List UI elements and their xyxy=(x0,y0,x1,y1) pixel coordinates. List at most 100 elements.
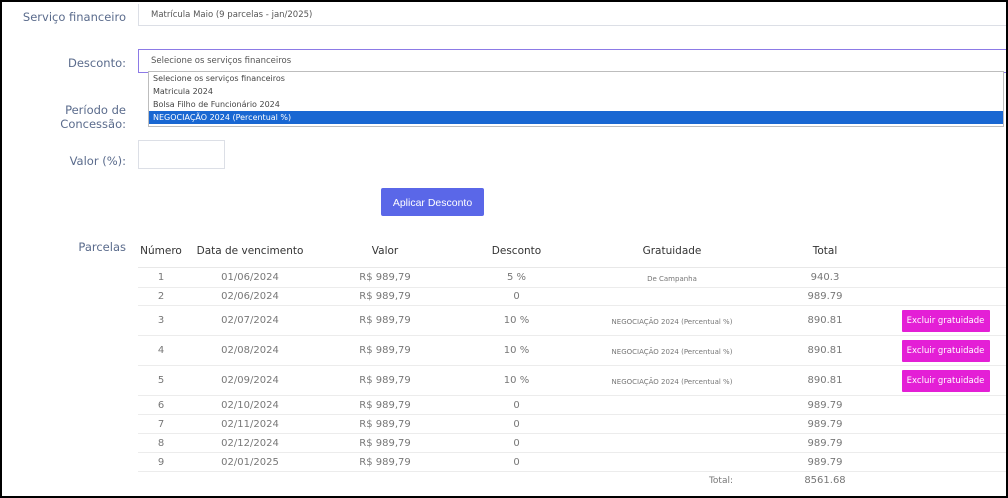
cell-desconto: 0 xyxy=(454,452,579,472)
cell-total: 989.79 xyxy=(765,452,885,472)
cell-valor: R$ 989,79 xyxy=(316,335,454,366)
header-actions xyxy=(885,235,1006,268)
cell-numero: 5 xyxy=(138,365,184,396)
cell-valor: R$ 989,79 xyxy=(316,395,454,415)
cell-data: 02/10/2024 xyxy=(184,395,316,415)
cell-desconto: 10 % xyxy=(454,335,579,366)
total-label: Total: xyxy=(708,475,733,486)
cell-data: 02/12/2024 xyxy=(184,433,316,453)
cell-gratuidade xyxy=(579,433,765,453)
cell-action xyxy=(885,395,1006,415)
cell-numero: 3 xyxy=(138,305,184,336)
servico-label: Serviço financeiro xyxy=(22,10,126,24)
cell-gratuidade: De Campanha xyxy=(579,267,765,288)
dropdown-option-selected[interactable]: NEGOCIAÇÃO 2024 (Percentual %) xyxy=(149,111,1003,124)
cell-numero: 8 xyxy=(138,433,184,453)
cell-action xyxy=(885,433,1006,453)
cell-data: 02/07/2024 xyxy=(184,305,316,336)
cell-valor: R$ 989,79 xyxy=(316,267,454,288)
aplicar-desconto-button[interactable]: Aplicar Desconto xyxy=(381,188,484,216)
cell-data: 02/11/2024 xyxy=(184,414,316,434)
cell-data: 02/09/2024 xyxy=(184,365,316,396)
cell-desconto: 5 % xyxy=(454,267,579,288)
parcelas-label: Parcelas xyxy=(78,240,126,254)
header-total: Total xyxy=(765,235,885,268)
cell-valor: R$ 989,79 xyxy=(316,305,454,336)
cell-gratuidade xyxy=(579,452,765,472)
cell-gratuidade: NEGOCIAÇÃO 2024 (Percentual %) xyxy=(579,335,765,366)
cell-valor: R$ 989,79 xyxy=(316,414,454,434)
table-row: 8 02/12/2024 R$ 989,79 0 989.79 xyxy=(138,433,1006,453)
cell-data: 02/06/2024 xyxy=(184,287,316,306)
cell-action: Excluir gratuidade xyxy=(885,365,1006,396)
total-row: Total: 8561.68 xyxy=(138,472,1006,490)
cell-action: Excluir gratuidade xyxy=(885,305,1006,336)
excluir-gratuidade-button[interactable]: Excluir gratuidade xyxy=(901,339,990,362)
cell-desconto: 0 xyxy=(454,287,579,306)
cell-valor: R$ 989,79 xyxy=(316,452,454,472)
cell-gratuidade xyxy=(579,414,765,434)
cell-total: 940.3 xyxy=(765,267,885,288)
cell-gratuidade xyxy=(579,395,765,415)
cell-desconto: 0 xyxy=(454,433,579,453)
page-frame: Serviço financeiro Matrícula Maio (9 par… xyxy=(0,0,1008,498)
cell-action xyxy=(885,452,1006,472)
cell-numero: 1 xyxy=(138,267,184,288)
servico-field[interactable]: Matrícula Maio (9 parcelas - jan/2025) xyxy=(138,4,1006,26)
table-row: 6 02/10/2024 R$ 989,79 0 989.79 xyxy=(138,395,1006,415)
cell-valor: R$ 989,79 xyxy=(316,433,454,453)
cell-action xyxy=(885,414,1006,434)
dropdown-option[interactable]: Selecione os serviços financeiros xyxy=(149,72,1003,85)
desconto-label: Desconto: xyxy=(68,56,126,70)
parcelas-table: Número Data de vencimento Valor Desconto… xyxy=(138,235,1006,490)
cell-numero: 9 xyxy=(138,452,184,472)
table-row: 3 02/07/2024 R$ 989,79 10 % NEGOCIAÇÃO 2… xyxy=(138,305,1006,336)
valor-label: Valor (%): xyxy=(69,154,126,168)
dropdown-option[interactable]: Matricula 2024 xyxy=(149,85,1003,98)
cell-action xyxy=(885,287,1006,306)
cell-total: 890.81 xyxy=(765,335,885,366)
cell-desconto: 10 % xyxy=(454,365,579,396)
table-row: 9 02/01/2025 R$ 989,79 0 989.79 xyxy=(138,452,1006,472)
cell-desconto: 0 xyxy=(454,395,579,415)
cell-gratuidade: NEGOCIAÇÃO 2024 (Percentual %) xyxy=(579,305,765,336)
desconto-dropdown-list: Selecione os serviços financeiros Matric… xyxy=(148,71,1004,127)
table-header-row: Número Data de vencimento Valor Desconto… xyxy=(138,235,1006,268)
cell-valor: R$ 989,79 xyxy=(316,287,454,306)
table-row: 1 01/06/2024 R$ 989,79 5 % De Campanha 9… xyxy=(138,267,1006,288)
cell-total: 989.79 xyxy=(765,395,885,415)
excluir-gratuidade-button[interactable]: Excluir gratuidade xyxy=(901,369,990,392)
header-data-vencimento: Data de vencimento xyxy=(184,235,316,268)
cell-desconto: 10 % xyxy=(454,305,579,336)
table-row: 7 02/11/2024 R$ 989,79 0 989.79 xyxy=(138,414,1006,434)
total-value: 8561.68 xyxy=(804,475,846,487)
cell-valor: R$ 989,79 xyxy=(316,365,454,396)
table-row: 5 02/09/2024 R$ 989,79 10 % NEGOCIAÇÃO 2… xyxy=(138,365,1006,396)
cell-numero: 4 xyxy=(138,335,184,366)
cell-desconto: 0 xyxy=(454,414,579,434)
cell-total: 890.81 xyxy=(765,305,885,336)
cell-data: 01/06/2024 xyxy=(184,267,316,288)
table-row: 4 02/08/2024 R$ 989,79 10 % NEGOCIAÇÃO 2… xyxy=(138,335,1006,366)
cell-data: 02/01/2025 xyxy=(184,452,316,472)
cell-numero: 2 xyxy=(138,287,184,306)
cell-action: Excluir gratuidade xyxy=(885,335,1006,366)
dropdown-option[interactable]: Bolsa Filho de Funcionário 2024 xyxy=(149,98,1003,111)
cell-total: 989.79 xyxy=(765,287,885,306)
cell-gratuidade: NEGOCIAÇÃO 2024 (Percentual %) xyxy=(579,365,765,396)
cell-action xyxy=(885,267,1006,288)
desconto-select[interactable]: Selecione os serviços financeiros xyxy=(138,49,1006,73)
excluir-gratuidade-button[interactable]: Excluir gratuidade xyxy=(901,309,990,332)
header-numero: Número xyxy=(138,235,184,268)
header-desconto: Desconto xyxy=(454,235,579,268)
header-valor: Valor xyxy=(316,235,454,268)
cell-total: 890.81 xyxy=(765,365,885,396)
cell-gratuidade xyxy=(579,287,765,306)
header-gratuidade: Gratuidade xyxy=(579,235,765,268)
table-row: 2 02/06/2024 R$ 989,79 0 989.79 xyxy=(138,287,1006,306)
cell-numero: 6 xyxy=(138,395,184,415)
cell-total: 989.79 xyxy=(765,433,885,453)
valor-input[interactable] xyxy=(138,140,225,169)
periodo-label: Período de Concessão: xyxy=(60,103,126,131)
cell-total: 989.79 xyxy=(765,414,885,434)
